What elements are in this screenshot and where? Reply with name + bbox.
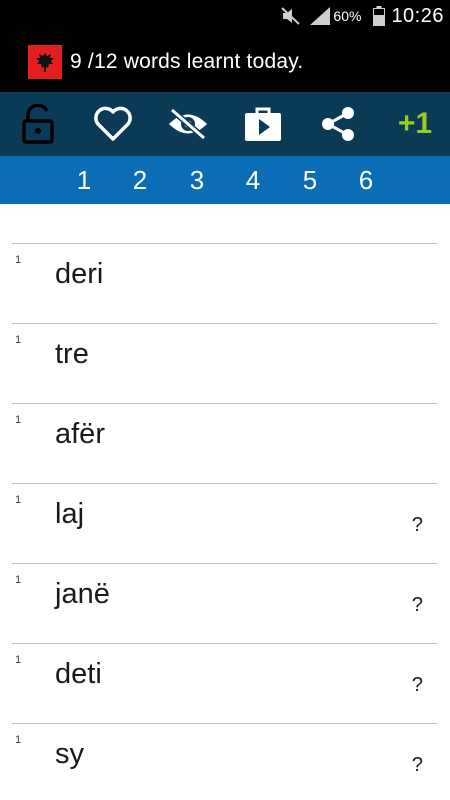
hint-marker: ? [411, 754, 423, 776]
toolbar: +1 [0, 92, 450, 156]
hint-marker: ? [411, 514, 423, 536]
battery-percentage: 60% [333, 8, 362, 24]
list-item[interactable]: 1 sy ? [12, 723, 437, 800]
word-text: deri [55, 258, 104, 290]
hint-marker: ? [411, 674, 423, 696]
hint-marker: ? [411, 594, 423, 616]
level-tabs: 1 2 3 4 5 6 [0, 156, 450, 204]
word-text: janë [55, 578, 110, 610]
tab-4[interactable]: 4 [233, 156, 273, 204]
status-bar: 60% 10:26 [0, 0, 450, 32]
list-item[interactable]: 1 laj ? [12, 483, 437, 563]
word-text: deti [55, 658, 102, 690]
list-item[interactable]: 1 deti ? [12, 643, 437, 723]
tab-5[interactable]: 5 [290, 156, 330, 204]
tab-1[interactable]: 1 [64, 156, 104, 204]
list-item[interactable]: 1 deri [12, 243, 437, 323]
list-item[interactable]: 1 janë ? [12, 563, 437, 643]
plus-one-button[interactable]: +1 [390, 92, 440, 156]
play-store-icon[interactable] [240, 92, 286, 156]
word-level: 1 [15, 574, 22, 586]
albanian-flag-icon [28, 45, 62, 79]
word-text: laj [55, 498, 85, 530]
clock: 10:26 [391, 4, 444, 27]
tab-3[interactable]: 3 [177, 156, 217, 204]
header: 9 /12 words learnt today. [0, 32, 450, 92]
word-level: 1 [15, 734, 22, 746]
word-list: 1 deri 1 tre 1 afër 1 laj ? 1 janë ? 1 d… [0, 204, 450, 800]
progress-text: 9 /12 words learnt today. [70, 50, 304, 73]
word-level: 1 [15, 654, 22, 666]
word-level: 1 [15, 254, 22, 266]
tab-2[interactable]: 2 [120, 156, 160, 204]
battery-icon [373, 6, 386, 26]
tab-6[interactable]: 6 [346, 156, 386, 204]
word-text: tre [55, 338, 89, 370]
list-item[interactable]: 1 tre [12, 323, 437, 403]
signal-icon [309, 6, 331, 26]
heart-icon[interactable] [90, 92, 136, 156]
word-text: sy [55, 738, 84, 770]
mute-icon [281, 7, 301, 25]
word-level: 1 [15, 494, 22, 506]
word-level: 1 [15, 334, 22, 346]
share-icon[interactable] [316, 92, 360, 156]
word-level: 1 [15, 414, 22, 426]
list-item[interactable]: 1 afër [12, 403, 437, 483]
eye-off-icon[interactable] [164, 92, 212, 156]
word-text: afër [55, 418, 105, 450]
unlock-icon[interactable] [16, 92, 60, 156]
